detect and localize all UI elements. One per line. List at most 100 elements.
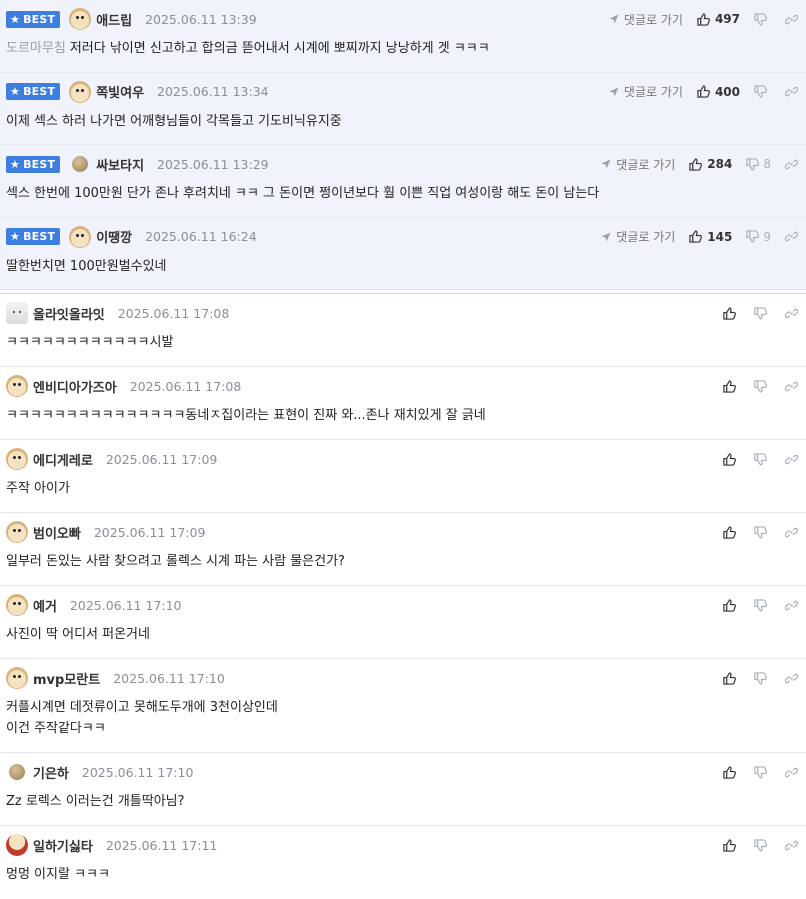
nickname[interactable]: 범이오빠 bbox=[33, 523, 81, 542]
link-icon bbox=[785, 308, 798, 318]
link-icon bbox=[785, 527, 798, 537]
link-button[interactable] bbox=[785, 380, 798, 393]
thumbs-up-icon bbox=[697, 12, 710, 26]
link-button[interactable] bbox=[785, 839, 798, 852]
comment-text: ㅋㅋㅋㅋㅋㅋㅋㅋㅋㅋㅋㅋ시발 bbox=[6, 335, 174, 350]
upvote-button[interactable] bbox=[723, 838, 736, 852]
thumbs-up-icon bbox=[723, 838, 736, 852]
link-icon bbox=[785, 454, 798, 464]
star-icon: ★ bbox=[10, 230, 21, 243]
upvote-button[interactable]: 400 bbox=[697, 85, 740, 99]
link-button[interactable] bbox=[785, 85, 798, 98]
upvote-button[interactable]: 497 bbox=[697, 12, 740, 26]
link-icon bbox=[785, 14, 798, 24]
nickname[interactable]: 싸보타지 bbox=[96, 155, 144, 174]
avatar[interactable] bbox=[6, 594, 28, 616]
avatar[interactable] bbox=[6, 521, 28, 543]
best-comment: ★ BEST 쪽빛여우 2025.06.11 13:34 댓글로 가기 400 이… bbox=[0, 72, 806, 145]
comment-text: 딸한번치면 100만원벌수있네 bbox=[6, 258, 167, 274]
upvote-button[interactable] bbox=[723, 525, 736, 539]
comment-date: 2025.06.11 13:39 bbox=[145, 11, 257, 27]
comment: 기은하 2025.06.11 17:10 Zz 로렉스 이러는건 개틀딱아님? bbox=[0, 753, 806, 826]
goto-comment-button[interactable]: 댓글로 가기 bbox=[609, 83, 683, 100]
thumbs-down-icon bbox=[754, 671, 767, 685]
comment-date: 2025.06.11 17:08 bbox=[129, 378, 242, 394]
avatar[interactable] bbox=[69, 225, 92, 248]
link-button[interactable] bbox=[785, 230, 798, 243]
avatar[interactable] bbox=[69, 8, 92, 30]
nickname[interactable]: 올라잇올라잇 bbox=[33, 304, 105, 323]
comment-date: 2025.06.11 13:29 bbox=[157, 156, 269, 172]
downvote-button[interactable] bbox=[754, 306, 767, 320]
avatar[interactable] bbox=[72, 156, 89, 172]
thumbs-up-icon bbox=[689, 157, 703, 171]
thumbs-down-icon bbox=[754, 12, 767, 26]
downvote-button[interactable] bbox=[754, 838, 767, 852]
avatar[interactable] bbox=[6, 302, 28, 324]
avatar[interactable] bbox=[6, 375, 28, 397]
nickname[interactable]: 에디게레로 bbox=[33, 450, 93, 469]
upvote-button[interactable] bbox=[723, 452, 736, 466]
downvote-button[interactable] bbox=[754, 379, 767, 393]
link-button[interactable] bbox=[785, 672, 798, 685]
navigate-arrow-icon bbox=[601, 232, 611, 241]
nickname[interactable]: 기은하 bbox=[33, 763, 69, 782]
comment-text: 일부러 돈있는 사람 찾으려고 롤렉스 시계 파는 사람 물은건가? bbox=[6, 554, 345, 569]
downvote-button[interactable]: 9 bbox=[746, 230, 771, 244]
link-button[interactable] bbox=[785, 766, 798, 779]
avatar[interactable] bbox=[6, 834, 28, 856]
nickname[interactable]: 쪽빛여우 bbox=[96, 82, 144, 101]
nickname[interactable]: 엔비디아가즈아 bbox=[33, 377, 117, 396]
downvote-button[interactable] bbox=[754, 85, 771, 98]
comment: 에디게레로 2025.06.11 17:09 주작 아이가 bbox=[0, 440, 806, 513]
nickname[interactable]: 예거 bbox=[33, 596, 57, 615]
link-button[interactable] bbox=[785, 13, 798, 26]
star-icon: ★ bbox=[10, 157, 21, 171]
thumbs-up-icon bbox=[723, 765, 736, 779]
link-icon bbox=[785, 86, 798, 97]
downvote-button[interactable] bbox=[754, 452, 767, 466]
link-icon bbox=[785, 381, 798, 391]
goto-comment-button[interactable]: 댓글로 가기 bbox=[601, 228, 675, 245]
goto-comment-button[interactable]: 댓글로 가기 bbox=[601, 156, 675, 173]
avatar[interactable] bbox=[9, 764, 25, 780]
comment-list: ★ BEST 애드립 2025.06.11 13:39 댓글로 가기 497 도르… bbox=[0, 0, 806, 899]
best-badge: ★ BEST bbox=[6, 10, 61, 28]
comment-text: 커플시계면 데젓류이고 못해도두개에 3천이상인데 bbox=[6, 700, 278, 715]
comment-text: 주작 아이가 bbox=[6, 481, 70, 496]
upvote-button[interactable] bbox=[723, 765, 736, 779]
link-button[interactable] bbox=[785, 453, 798, 466]
link-button[interactable] bbox=[785, 526, 798, 539]
downvote-button[interactable] bbox=[754, 671, 767, 685]
star-icon: ★ bbox=[10, 85, 21, 98]
goto-comment-button[interactable]: 댓글로 가기 bbox=[609, 11, 683, 28]
downvote-button[interactable] bbox=[754, 765, 767, 779]
nickname[interactable]: mvp모란트 bbox=[33, 669, 100, 688]
thumbs-down-icon bbox=[754, 452, 767, 466]
upvote-button[interactable]: 284 bbox=[689, 157, 732, 171]
nickname[interactable]: 이땡깡 bbox=[96, 227, 132, 246]
link-button[interactable] bbox=[785, 599, 798, 612]
avatar[interactable] bbox=[69, 80, 92, 103]
link-button[interactable] bbox=[785, 307, 798, 320]
upvote-button[interactable] bbox=[723, 379, 736, 393]
comment-date: 2025.06.11 17:10 bbox=[69, 597, 182, 613]
downvote-button[interactable] bbox=[754, 598, 767, 612]
nickname[interactable]: 일하기싫타 bbox=[33, 836, 93, 855]
link-button[interactable] bbox=[785, 158, 798, 171]
reply-target[interactable]: 도르마무침 bbox=[6, 41, 66, 56]
upvote-button[interactable] bbox=[723, 598, 736, 612]
downvote-button[interactable] bbox=[754, 525, 767, 539]
avatar[interactable] bbox=[6, 448, 28, 470]
upvote-button[interactable]: 145 bbox=[689, 230, 732, 244]
avatar[interactable] bbox=[6, 667, 28, 689]
downvote-button[interactable]: 8 bbox=[746, 157, 771, 171]
upvote-button[interactable] bbox=[723, 306, 736, 320]
upvote-button[interactable] bbox=[723, 671, 736, 685]
comment: 올라잇올라잇 2025.06.11 17:08 ㅋㅋㅋㅋㅋㅋㅋㅋㅋㅋㅋㅋ시발 bbox=[0, 294, 806, 367]
comment-text: Zz 로렉스 이러는건 개틀딱아님? bbox=[6, 794, 185, 809]
best-comment: ★ BEST 이땡깡 2025.06.11 16:24 댓글로 가기 145 9 … bbox=[0, 217, 806, 290]
nickname[interactable]: 애드립 bbox=[96, 10, 132, 29]
downvote-button[interactable] bbox=[754, 12, 771, 26]
link-icon bbox=[785, 840, 798, 850]
